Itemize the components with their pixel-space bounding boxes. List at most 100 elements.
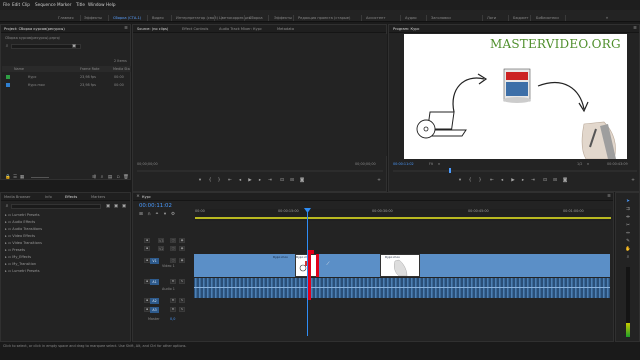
go-to-out-icon[interactable]: ⇥ [267, 178, 273, 183]
workspace-tab[interactable]: Редакция проекта (старые) [298, 16, 350, 20]
effects-tree-item[interactable]: ▸ ▭ Lumetri Presets [5, 213, 40, 217]
timeline-timecode[interactable]: 00:00:11:02 [139, 203, 172, 209]
automate-icon[interactable]: ⇶ [91, 175, 97, 180]
selection-tool-icon[interactable]: ➤ [625, 199, 631, 204]
tab-program[interactable]: Program: Курс [393, 27, 419, 31]
workspace-tab[interactable]: Библиотеки [536, 16, 559, 20]
source-scrub-bar[interactable] [137, 170, 383, 172]
program-video-frame[interactable]: MASTERVIDEO.ORG [404, 34, 627, 159]
step-forward-icon[interactable]: ▸ [257, 178, 263, 183]
slip-tool-icon[interactable]: ↔ [625, 231, 631, 236]
new-bin-icon[interactable]: ▤ [107, 175, 113, 180]
source-timecode-in[interactable]: 00;00;00;00 [137, 162, 158, 166]
step-back-icon[interactable]: ◂ [499, 178, 505, 183]
effects-tree-item[interactable]: ▸ ▭ Video Transitions [5, 241, 42, 245]
sync-lock-icon[interactable]: ◫ [170, 258, 176, 263]
track-label-v1[interactable]: V1 [150, 258, 159, 264]
program-resolution-select[interactable]: 1/2 [577, 162, 582, 166]
solo-icon[interactable]: S [179, 307, 185, 312]
effects-tree-item[interactable]: ▸ ▭ My_Transition [5, 262, 36, 266]
zoom-slider[interactable] [31, 177, 49, 178]
menu-sequence[interactable]: Sequence [35, 2, 56, 7]
go-to-out-icon[interactable]: ⇥ [530, 178, 536, 183]
tab-markers[interactable]: Markers [91, 195, 105, 199]
wrench-icon[interactable]: ⚙ [170, 212, 176, 217]
workspace-tab[interactable]: Эффекты [84, 16, 102, 20]
go-to-in-icon[interactable]: ⇤ [227, 178, 233, 183]
mark-out-icon[interactable]: } [216, 178, 222, 183]
column-name[interactable]: Name [14, 67, 24, 71]
menu-edit[interactable]: Edit [12, 2, 20, 7]
panel-menu-icon[interactable]: ≡ [606, 194, 612, 199]
add-button-icon[interactable]: + [630, 178, 636, 183]
pen-tool-icon[interactable]: ✎ [625, 239, 631, 244]
tab-audio-mixer[interactable]: Audio Track Mixer: Курс [219, 27, 262, 31]
effects-tree-item[interactable]: ▸ ▭ Audio Transitions [5, 227, 42, 231]
tab-effect-controls[interactable]: Effect Controls [182, 27, 208, 31]
menu-file[interactable]: File [3, 2, 10, 7]
workspace-tab[interactable]: Аудио [405, 16, 417, 20]
trash-icon[interactable]: 🗑 [123, 175, 129, 180]
panel-menu-icon[interactable]: ≡ [632, 26, 638, 31]
menu-marker[interactable]: Marker [57, 2, 71, 7]
timeline-playhead[interactable] [307, 210, 308, 336]
workspace-tab[interactable]: Интерпретатор (свой) [176, 16, 218, 20]
mark-in-icon[interactable]: { [467, 178, 473, 183]
trim-indicator[interactable] [308, 250, 311, 300]
tab-effects[interactable]: Effects [65, 195, 77, 199]
chevron-down-icon[interactable]: ▾ [585, 162, 591, 167]
ripple-edit-icon[interactable]: ⇹ [625, 215, 631, 220]
lift-icon[interactable]: ⊡ [542, 178, 548, 183]
play-icon[interactable]: ▶ [510, 178, 516, 183]
work-area-bar[interactable] [195, 217, 611, 219]
zoom-tool-icon[interactable]: ⌕ [625, 255, 631, 260]
menu-title[interactable]: Title [76, 2, 85, 7]
eye-icon[interactable]: ◉ [179, 258, 185, 263]
tab-info[interactable]: Info [45, 195, 52, 199]
tab-sequence[interactable]: Курс [142, 195, 151, 199]
snap-icon[interactable]: ∩ [146, 212, 152, 217]
mute-icon[interactable]: M [170, 298, 176, 303]
mute-icon[interactable]: M [170, 279, 176, 284]
find-icon[interactable]: ⌕ [99, 175, 105, 180]
track-label-a1[interactable]: A1 [150, 279, 159, 285]
track-select-icon[interactable]: ⇉ [625, 207, 631, 212]
eye-icon[interactable]: ◉ [179, 246, 185, 251]
effects-tree-item[interactable]: ▸ ▭ Lumetri Presets [5, 269, 40, 273]
sync-lock-icon[interactable]: ◫ [170, 238, 176, 243]
workspace-tab[interactable]: Эффекты [274, 16, 292, 20]
mark-in-icon[interactable]: ▾ [197, 178, 203, 183]
tab-metadata[interactable]: Metadata [277, 27, 294, 31]
workspace-tab[interactable]: Логи [487, 16, 496, 20]
step-back-icon[interactable]: ◂ [237, 178, 243, 183]
effects-tree-item[interactable]: ▸ ▭ My_Effects [5, 255, 31, 259]
workspace-tab[interactable]: Цветокоррекция [219, 16, 251, 20]
nest-icon[interactable]: ⊞ [138, 212, 144, 217]
sync-lock-icon[interactable]: ◫ [170, 246, 176, 251]
lock-track-icon[interactable]: ▪ [144, 238, 150, 243]
export-frame-icon[interactable]: ◙ [299, 178, 305, 183]
add-marker-icon[interactable]: ▾ [162, 212, 168, 217]
effects-search-input[interactable] [11, 204, 101, 209]
master-volume[interactable]: 0,0 [170, 317, 175, 321]
linked-selection-icon[interactable]: ⚭ [154, 212, 160, 217]
icon-view-icon[interactable]: ▦ [19, 175, 25, 180]
new-bin-icon[interactable]: ▣ [71, 44, 77, 49]
menu-clip[interactable]: Clip [22, 2, 30, 7]
mute-icon[interactable]: M [170, 307, 176, 312]
search-icon[interactable]: ⌕ [4, 204, 10, 209]
solo-icon[interactable]: S [179, 279, 185, 284]
program-timecode[interactable]: 00:00:11:02 [393, 162, 414, 166]
insert-icon[interactable]: ⊡ [279, 178, 285, 183]
workspace-tab-active[interactable]: Сборка (СТА-1) [113, 16, 141, 20]
workspace-tab[interactable]: Главная [58, 16, 74, 20]
effects-tree-item[interactable]: ▸ ▭ Audio Effects [5, 220, 35, 224]
mark-in-icon[interactable]: ▾ [457, 178, 463, 183]
yuv-icon[interactable]: ▣ [121, 204, 127, 209]
hand-tool-icon[interactable]: ✋ [625, 247, 631, 252]
workspace-overflow-icon[interactable]: » [604, 16, 610, 21]
effects-tree-item[interactable]: ▸ ▭ Presets [5, 248, 25, 252]
panel-menu-icon[interactable]: ≡ [123, 26, 129, 31]
razor-icon[interactable]: ✂ [625, 223, 631, 228]
project-row[interactable]: Курс 23,98 fps 00:00 [2, 74, 131, 80]
